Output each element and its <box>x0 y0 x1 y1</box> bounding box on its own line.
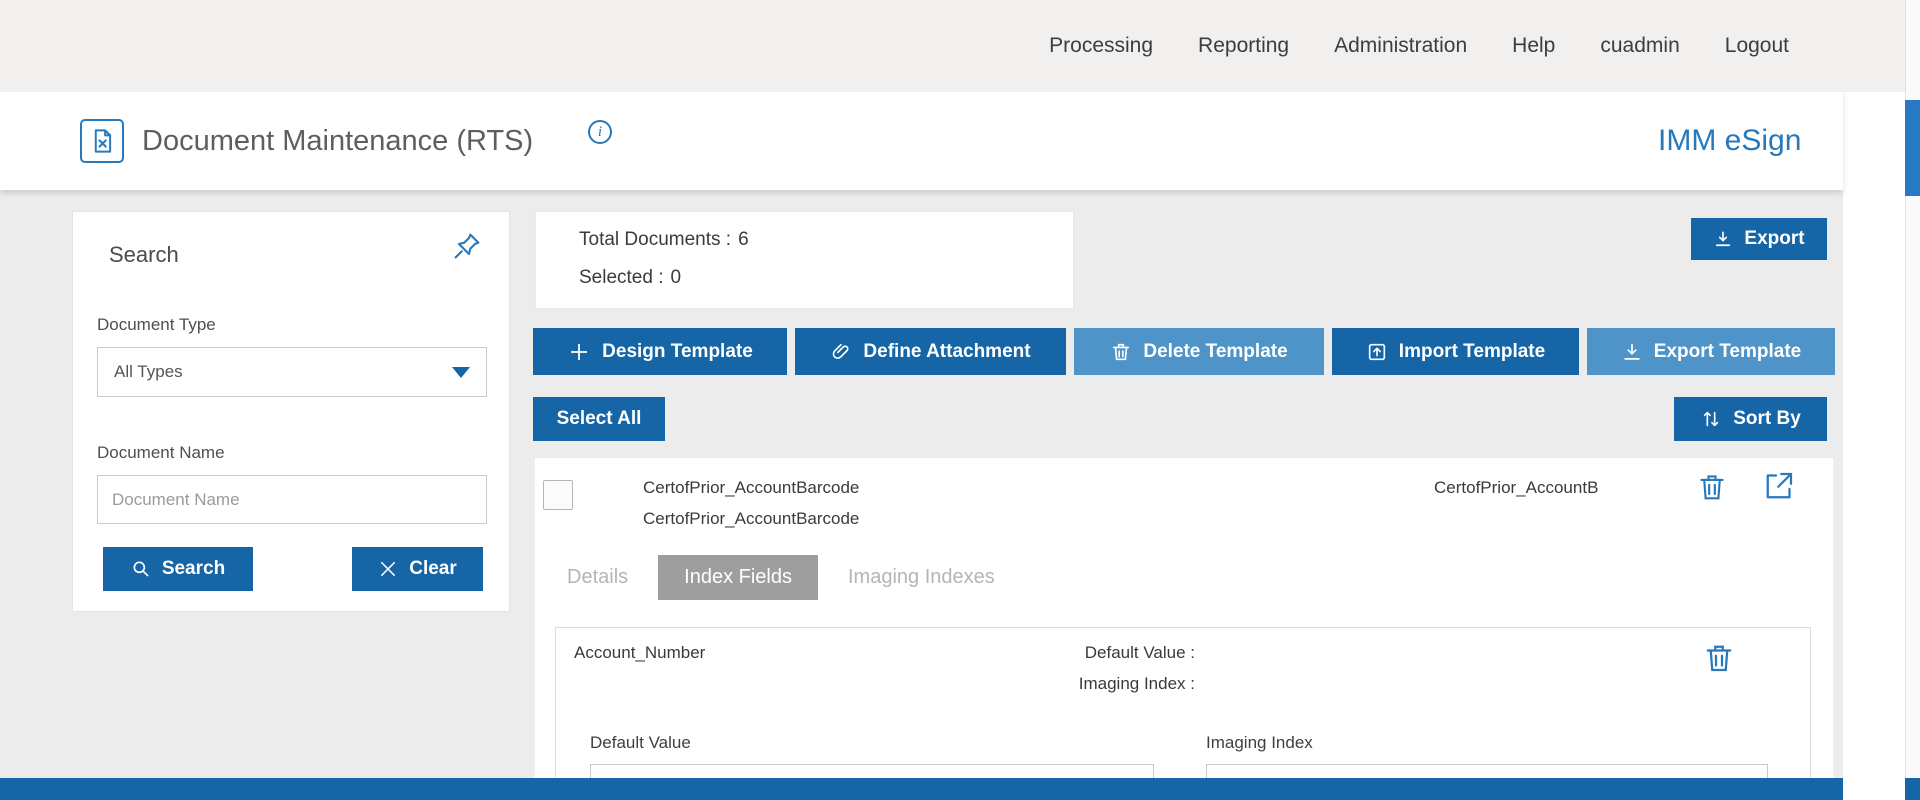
export-button[interactable]: Export <box>1691 218 1827 260</box>
header-bar: Document Maintenance (RTS) i IMM eSign <box>0 92 1843 190</box>
document-short-name: CertofPrior_AccountB <box>1434 478 1598 498</box>
select-all-button[interactable]: Select All <box>533 397 665 441</box>
trash-icon <box>1110 341 1132 363</box>
delete-document-icon[interactable] <box>1695 470 1729 504</box>
page: Processing Reporting Administration Help… <box>0 0 1920 800</box>
export-template-label: Export Template <box>1654 341 1801 363</box>
pin-icon[interactable] <box>451 230 483 262</box>
design-template-button[interactable]: Design Template <box>533 328 787 375</box>
sort-icon <box>1700 408 1722 430</box>
close-icon <box>378 559 398 579</box>
default-value-field-label: Default Value <box>590 733 691 753</box>
document-type-select[interactable]: All Types <box>97 347 487 397</box>
selected-label: Selected : <box>579 267 664 289</box>
document-name-label: Document Name <box>97 443 225 463</box>
nav-item-help[interactable]: Help <box>1512 34 1555 58</box>
paperclip-icon <box>830 341 852 363</box>
sort-by-button[interactable]: Sort By <box>1674 397 1827 441</box>
total-documents: Total Documents : 6 <box>579 229 749 251</box>
page-title: Document Maintenance (RTS) <box>142 92 533 190</box>
document-tabs: Details Index Fields Imaging Indexes <box>567 555 995 600</box>
search-button[interactable]: Search <box>103 547 253 591</box>
nav-item-reporting[interactable]: Reporting <box>1198 34 1289 58</box>
document-row: CertofPrior_AccountBarcode CertofPrior_A… <box>535 458 1833 778</box>
document-logo-icon <box>80 119 124 163</box>
chevron-down-icon <box>452 367 470 378</box>
document-name-line1: CertofPrior_AccountBarcode <box>643 478 859 498</box>
search-icon <box>131 559 151 579</box>
document-name-line2: CertofPrior_AccountBarcode <box>643 509 859 529</box>
clear-button-label: Clear <box>409 558 457 580</box>
summary-card: Total Documents : 6 Selected : 0 <box>535 211 1074 309</box>
define-attachment-button[interactable]: Define Attachment <box>795 328 1066 375</box>
footer-bar <box>0 778 1843 800</box>
total-documents-value: 6 <box>738 229 749 251</box>
footer-corner <box>1905 778 1920 800</box>
clear-button[interactable]: Clear <box>352 547 483 591</box>
imaging-index-input[interactable] <box>1206 764 1768 778</box>
delete-template-button[interactable]: Delete Template <box>1074 328 1324 375</box>
tab-index-fields[interactable]: Index Fields <box>658 555 818 600</box>
imaging-index-summary-label: Imaging Index : <box>1079 674 1195 694</box>
imaging-index-field-label: Imaging Index <box>1206 733 1313 753</box>
search-panel: Search Document Type All Types Document … <box>72 211 510 612</box>
open-template-icon[interactable] <box>1761 468 1797 504</box>
sort-by-label: Sort By <box>1733 408 1801 430</box>
default-value-input[interactable] <box>590 764 1154 778</box>
template-toolbar: Design Template Define Attachment Delete… <box>533 328 1835 375</box>
document-type-value: All Types <box>114 362 183 382</box>
nav-item-administration[interactable]: Administration <box>1334 34 1467 58</box>
default-value-summary-label: Default Value : <box>1085 643 1195 663</box>
brand-text: IMM eSign <box>1658 92 1801 190</box>
nav-item-processing[interactable]: Processing <box>1049 34 1153 58</box>
plus-icon <box>567 340 591 364</box>
vertical-scrollbar-thumb[interactable] <box>1905 100 1920 196</box>
export-template-button[interactable]: Export Template <box>1587 328 1835 375</box>
index-field-name: Account_Number <box>574 643 705 663</box>
download-icon <box>1621 341 1643 363</box>
document-checkbox[interactable] <box>543 480 573 510</box>
index-field-panel: Account_Number Default Value : Imaging I… <box>555 627 1811 778</box>
import-icon <box>1366 341 1388 363</box>
search-panel-title: Search <box>109 242 179 268</box>
document-name-input[interactable] <box>97 475 487 524</box>
delete-index-field-icon[interactable] <box>1701 640 1737 676</box>
define-attachment-label: Define Attachment <box>863 341 1030 363</box>
selected-value: 0 <box>671 267 682 289</box>
search-button-label: Search <box>162 558 225 580</box>
top-nav: Processing Reporting Administration Help… <box>0 0 1905 92</box>
import-template-button[interactable]: Import Template <box>1332 328 1579 375</box>
document-type-label: Document Type <box>97 315 216 335</box>
total-documents-label: Total Documents : <box>579 229 731 251</box>
info-icon[interactable]: i <box>588 120 612 144</box>
tab-details[interactable]: Details <box>567 555 628 600</box>
delete-template-label: Delete Template <box>1143 341 1287 363</box>
import-template-label: Import Template <box>1399 341 1545 363</box>
export-button-label: Export <box>1744 228 1804 250</box>
tab-imaging-indexes[interactable]: Imaging Indexes <box>848 555 995 600</box>
selected-count: Selected : 0 <box>579 267 681 289</box>
download-icon <box>1713 229 1733 249</box>
select-all-label: Select All <box>557 408 642 430</box>
design-template-label: Design Template <box>602 341 753 363</box>
nav-item-logout[interactable]: Logout <box>1725 34 1789 58</box>
nav-item-user[interactable]: cuadmin <box>1600 34 1679 58</box>
